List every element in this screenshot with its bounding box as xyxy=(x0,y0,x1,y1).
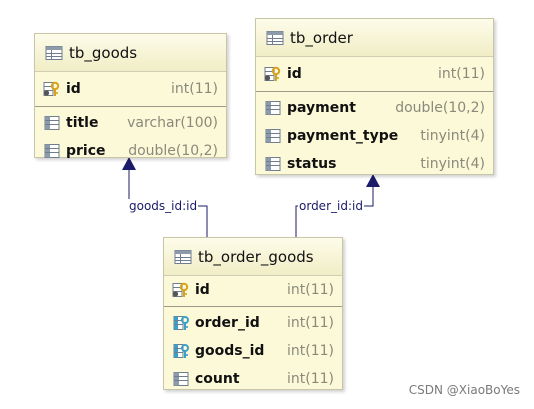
table-header[interactable]: tb_order xyxy=(256,19,493,57)
column-name: goods_id xyxy=(195,343,265,359)
column-name: order_id xyxy=(195,315,260,331)
column-row-payment-type[interactable]: payment_type tinyint(4) xyxy=(256,122,493,150)
column-type: int(11) xyxy=(438,66,485,82)
column-name: title xyxy=(66,115,99,131)
column-icon xyxy=(44,116,60,130)
column-type: double(10,2) xyxy=(128,143,218,159)
table-header[interactable]: tb_goods xyxy=(35,34,226,72)
column-type: tinyint(4) xyxy=(420,156,485,172)
table-icon xyxy=(45,45,63,60)
column-name: payment xyxy=(287,100,356,116)
column-type: varchar(100) xyxy=(127,115,218,131)
column-icon xyxy=(44,144,60,158)
column-name: payment_type xyxy=(287,128,399,144)
primary-key-icon xyxy=(264,66,281,81)
table-tb-order-goods[interactable]: tb_order_goods id int(11) order_id int(1… xyxy=(163,237,343,390)
column-type: int(11) xyxy=(171,81,218,97)
key-separator xyxy=(35,106,226,107)
table-icon xyxy=(174,249,192,264)
column-type: double(10,2) xyxy=(395,100,485,116)
column-name: id xyxy=(195,282,210,298)
column-name: id xyxy=(287,66,302,82)
column-row-id[interactable]: id int(11) xyxy=(35,75,226,103)
primary-key-icon xyxy=(172,282,189,297)
column-row-payment[interactable]: payment double(10,2) xyxy=(256,94,493,122)
column-type: int(11) xyxy=(287,343,334,359)
column-name: status xyxy=(287,156,337,172)
table-header[interactable]: tb_order_goods xyxy=(164,238,342,276)
table-name: tb_order xyxy=(290,28,353,47)
column-name: count xyxy=(195,371,240,387)
key-separator xyxy=(164,306,342,307)
column-row-price[interactable]: price double(10,2) xyxy=(35,137,226,165)
foreign-key-icon xyxy=(173,344,189,358)
table-name: tb_order_goods xyxy=(198,247,314,266)
column-type: int(11) xyxy=(287,371,334,387)
column-name: id xyxy=(66,81,81,97)
column-row-id[interactable]: id int(11) xyxy=(164,276,342,304)
column-icon xyxy=(173,372,189,386)
column-icon xyxy=(265,129,281,143)
column-type: int(11) xyxy=(287,282,334,298)
column-type: tinyint(4) xyxy=(420,128,485,144)
relation-label-goods: goods_id:id xyxy=(128,199,199,213)
column-row-status[interactable]: status tinyint(4) xyxy=(256,150,493,178)
column-icon xyxy=(265,101,281,115)
watermark: CSDN @XiaoBoYes xyxy=(408,383,520,397)
table-tb-order[interactable]: tb_order id int(11) payment double(10,2) xyxy=(255,18,494,175)
table-icon xyxy=(266,30,284,45)
primary-key-icon xyxy=(43,81,60,96)
key-separator xyxy=(256,91,493,92)
column-row-goods-id[interactable]: goods_id int(11) xyxy=(164,337,342,365)
relation-label-order: order_id:id xyxy=(298,199,364,213)
column-row-title[interactable]: title varchar(100) xyxy=(35,109,226,137)
column-type: int(11) xyxy=(287,315,334,331)
table-tb-goods[interactable]: tb_goods id int(11) title varchar(100) p… xyxy=(34,33,227,159)
column-row-id[interactable]: id int(11) xyxy=(256,60,493,88)
table-name: tb_goods xyxy=(69,43,138,62)
column-name: price xyxy=(66,143,106,159)
column-icon xyxy=(265,157,281,171)
column-row-count[interactable]: count int(11) xyxy=(164,365,342,393)
column-row-order-id[interactable]: order_id int(11) xyxy=(164,309,342,337)
foreign-key-icon xyxy=(173,316,189,330)
